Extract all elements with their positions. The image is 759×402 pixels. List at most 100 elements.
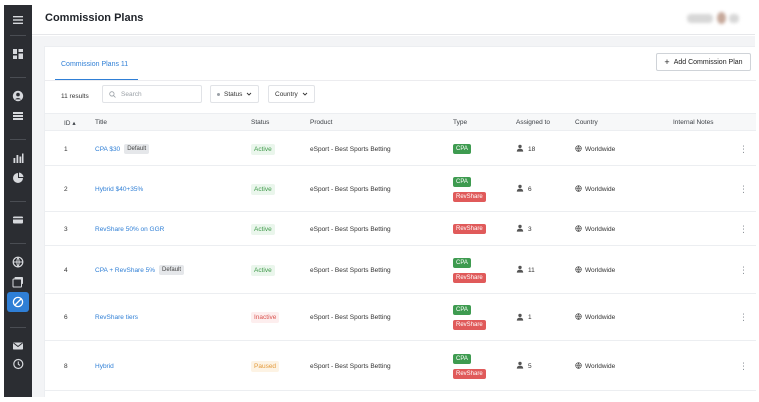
plan-title-link[interactable]: Hybrid $40+35%: [95, 186, 143, 193]
cell-product: eSport - Best Sports Betting: [310, 185, 391, 193]
status-filter-label: Status: [224, 90, 243, 98]
menu-icon[interactable]: [4, 11, 32, 29]
user-avatar[interactable]: [687, 11, 745, 27]
column-header-id[interactable]: ID ▴: [64, 119, 76, 127]
cell-product: eSport - Best Sports Betting: [310, 362, 391, 370]
type-badge-cpa: CPA: [453, 176, 471, 187]
cell-type: RevShare: [453, 212, 486, 246]
assigned-count: 5: [528, 362, 532, 370]
tab-label: Commission Plans: [61, 61, 119, 68]
user-icon: [516, 313, 524, 323]
sidebar-divider: [10, 35, 26, 36]
results-count: 11 results: [61, 93, 89, 100]
cell-assigned-to: 11: [516, 246, 535, 294]
plan-title-link[interactable]: RevShare 50% on GGR: [95, 226, 164, 233]
cell-title: RevShare 50% on GGR: [95, 212, 164, 246]
cell-status: Active: [251, 212, 275, 246]
search-icon: [109, 90, 116, 98]
column-header-product: Product: [310, 119, 333, 126]
globe-icon: [575, 224, 582, 234]
cell-status: Active: [251, 246, 275, 294]
plan-title-link[interactable]: Hybrid: [95, 363, 114, 370]
cell-assigned-to: 18: [516, 132, 535, 166]
table-row[interactable]: 2 Hybrid $40+35% Active eSport - Best Sp…: [45, 166, 756, 212]
pie-icon[interactable]: [4, 169, 32, 187]
country-value: Worldwide: [585, 145, 616, 153]
tab-commission-plans[interactable]: Commission Plans 11: [61, 61, 128, 68]
table-row[interactable]: 3 RevShare 50% on GGR Active eSport - Be…: [45, 212, 756, 246]
assigned-count: 1: [528, 314, 532, 321]
dashboard-icon[interactable]: [4, 45, 32, 63]
search-placeholder: Search: [121, 90, 142, 98]
cell-id: 3: [64, 225, 68, 233]
sidebar-divider: [10, 77, 26, 78]
country-value: Worldwide: [585, 185, 616, 193]
assigned-count: 3: [528, 225, 532, 233]
user-circle-icon[interactable]: [4, 87, 32, 105]
type-badge-revshare: RevShare: [453, 224, 486, 234]
plan-title-link[interactable]: RevShare tiers: [95, 314, 138, 321]
country-value: Worldwide: [585, 362, 616, 370]
column-header-type: Type: [453, 119, 468, 126]
commission-plans-card: Commission Plans 11 + Add Commission Pla…: [44, 46, 756, 397]
globe-icon[interactable]: [4, 253, 32, 271]
cell-title: CPA $30 Default: [95, 132, 150, 166]
history-icon[interactable]: [4, 355, 32, 373]
table-row[interactable]: 1 CPA $30 Default Active eSport - Best S…: [45, 132, 756, 166]
globe-icon: [575, 361, 582, 371]
cell-country: Worldwide: [575, 294, 615, 341]
globe-icon: [575, 184, 582, 194]
country-filter-button[interactable]: Country: [268, 85, 315, 103]
column-header-assigned-to: Assigned to: [516, 119, 550, 126]
cell-assigned-to: 3: [516, 212, 532, 246]
status-filter-button[interactable]: Status: [210, 85, 260, 103]
row-actions-kebab-icon[interactable]: ⋮: [739, 294, 748, 341]
row-actions-kebab-icon[interactable]: ⋮: [739, 212, 748, 246]
user-icon: [516, 184, 524, 194]
cell-status: Active: [251, 166, 275, 212]
list-icon[interactable]: [4, 107, 32, 125]
assigned-count: 11: [528, 266, 535, 274]
type-badge-cpa: CPA: [453, 305, 471, 315]
column-header-internal-notes: Internal Notes: [673, 119, 714, 126]
cell-type: CPA RevShare: [453, 246, 486, 294]
assigned-count: 18: [528, 145, 536, 153]
cell-id: 4: [64, 266, 68, 274]
status-dot-icon: [217, 92, 220, 96]
table-row[interactable]: 6 RevShare tiers Inactive eSport - Best …: [45, 294, 756, 341]
row-actions-kebab-icon[interactable]: ⋮: [739, 166, 748, 212]
cell-country: Worldwide: [575, 212, 615, 246]
sidebar-divider: [10, 139, 26, 140]
tab-count: 11: [120, 61, 129, 68]
sidebar-divider: [10, 327, 26, 328]
cell-title: RevShare tiers: [95, 294, 138, 341]
cell-assigned-to: 5: [516, 341, 532, 391]
table-row[interactable]: 4 CPA + RevShare 5% Default Active eSpor…: [45, 246, 756, 294]
cell-country: Worldwide: [575, 132, 615, 166]
add-commission-plan-button[interactable]: + Add Commission Plan: [656, 53, 751, 71]
cell-product: eSport - Best Sports Betting: [310, 145, 391, 153]
plan-title-link[interactable]: CPA + RevShare 5%: [95, 267, 155, 274]
row-actions-kebab-icon[interactable]: ⋮: [739, 341, 748, 391]
row-actions-kebab-icon[interactable]: ⋮: [739, 246, 748, 294]
globe-icon: [575, 144, 582, 154]
mail-icon[interactable]: [4, 337, 32, 355]
media-icon[interactable]: [4, 273, 32, 291]
cell-type: CPA RevShare: [453, 341, 486, 391]
chart-icon[interactable]: [4, 149, 32, 167]
plan-title-link[interactable]: CPA $30: [95, 146, 120, 153]
search-input[interactable]: Search: [102, 85, 202, 103]
type-badge-revshare: RevShare: [453, 368, 486, 379]
card-icon[interactable]: [4, 211, 32, 229]
cell-country: Worldwide: [575, 246, 615, 294]
row-actions-kebab-icon[interactable]: ⋮: [739, 132, 748, 166]
table-row[interactable]: 8 Hybrid Paused eSport - Best Sports Bet…: [45, 341, 756, 391]
cell-country: Worldwide: [575, 341, 615, 391]
table-header: ID ▴ Title Status Product Type Assigned …: [45, 113, 756, 131]
country-value: Worldwide: [585, 225, 616, 233]
type-badge-revshare: RevShare: [453, 272, 486, 283]
cell-id: 6: [64, 314, 68, 321]
cell-title: Hybrid $40+35%: [95, 166, 143, 212]
cell-product: eSport - Best Sports Betting: [310, 225, 391, 233]
commission-plans-icon[interactable]: [7, 292, 29, 312]
